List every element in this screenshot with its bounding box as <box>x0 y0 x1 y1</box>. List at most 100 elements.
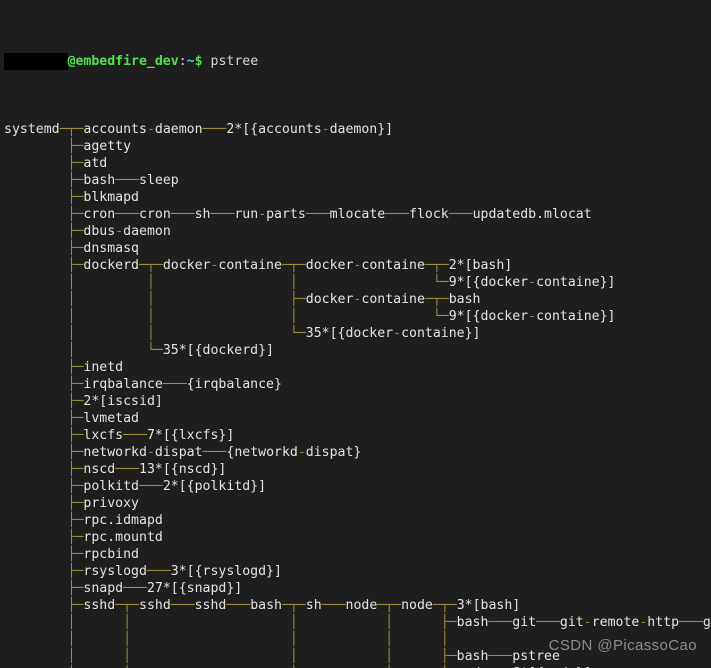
process-name <box>4 411 68 426</box>
tree-branch-glyphs: ─┬─ <box>139 258 163 273</box>
pstree-line: ├─dnsmasq <box>4 240 711 257</box>
pstree-line: ├─rsyslogd───3*[{rsyslogd}] <box>4 563 711 580</box>
prompt-sigil: $ <box>194 54 203 69</box>
tree-branch-glyphs: ─┬─ <box>59 122 84 137</box>
tree-branch-glyphs: - <box>528 309 537 324</box>
tree-branch-glyphs: ─── <box>115 173 140 188</box>
process-name <box>4 530 68 545</box>
process-name <box>4 649 68 664</box>
tree-branch-glyphs: │ <box>146 275 155 290</box>
pstree-line: ├─snapd───27*[{snapd}] <box>4 580 711 597</box>
tree-branch-glyphs: └─ <box>289 326 306 341</box>
process-name <box>393 649 441 664</box>
tree-branch-glyphs: ├─ <box>67 139 84 154</box>
tree-branch-glyphs: ─── <box>202 122 227 137</box>
tree-branch-glyphs: ─┬─ <box>115 598 140 613</box>
process-name <box>298 615 385 630</box>
process-name: 35*[{docker <box>305 326 394 341</box>
process-name: containe}] <box>536 275 616 290</box>
process-name: agetty <box>83 139 132 154</box>
process-name <box>4 615 68 630</box>
pstree-line: ├─networkd-dispat───{networkd-dispat} <box>4 444 711 461</box>
tree-branch-glyphs: - <box>528 275 537 290</box>
process-name: 35*[{dockerd}] <box>162 343 274 358</box>
process-name: rpc.mountd <box>83 530 163 545</box>
process-name <box>4 496 68 511</box>
terminal-window[interactable]: @embedfire_dev:~$ pstree systemd─┬─accou… <box>0 0 711 668</box>
process-name: sshd <box>194 598 227 613</box>
process-name: containe <box>218 258 282 273</box>
process-name: sleep <box>139 173 179 188</box>
process-name <box>4 207 68 222</box>
tree-branch-glyphs: ─── <box>488 649 513 664</box>
process-name: dispat <box>154 445 203 460</box>
process-name <box>4 462 68 477</box>
process-name <box>4 564 68 579</box>
tree-branch-glyphs: │ <box>123 649 132 664</box>
process-name <box>4 258 68 273</box>
tree-branch-glyphs: ─── <box>115 462 140 477</box>
process-name <box>75 275 146 290</box>
process-name <box>75 632 123 647</box>
process-name: 2*[{accounts <box>226 122 322 137</box>
tree-branch-glyphs: ├─ <box>67 241 84 256</box>
tree-branch-glyphs: ─┬─ <box>281 258 306 273</box>
watermark: CSDN @PicassoCao <box>548 637 697 654</box>
tree-branch-glyphs: ─── <box>123 581 147 596</box>
process-name <box>4 309 68 324</box>
process-name: 3*[bash] <box>456 598 521 613</box>
tree-branch-glyphs: │ <box>289 632 298 647</box>
process-name: cron <box>83 207 116 222</box>
pstree-line: ├─polkitd───2*[{polkitd}] <box>4 478 711 495</box>
tree-branch-glyphs: ├─ <box>67 190 84 205</box>
process-name: docker <box>305 292 354 307</box>
process-name <box>4 394 68 409</box>
redacted-username-block <box>4 53 68 70</box>
tree-branch-glyphs: ─── <box>115 207 140 222</box>
pstree-line: │ └─35*[{dockerd}] <box>4 342 711 359</box>
tree-branch-glyphs: ├─ <box>440 615 457 630</box>
pstree-line: ├─privoxy <box>4 495 711 512</box>
process-name <box>298 649 385 664</box>
process-name: updatedb.mlocat <box>472 207 592 222</box>
process-name: run <box>234 207 259 222</box>
tree-branch-glyphs: └─ <box>146 343 163 358</box>
process-name: sshd <box>139 598 171 613</box>
tree-branch-glyphs: ├─ <box>67 479 84 494</box>
pstree-line: ├─cron───cron───sh───run-parts───mlocate… <box>4 206 711 223</box>
tree-branch-glyphs: │ <box>146 292 155 307</box>
tree-branch-glyphs: ─┬─ <box>377 598 402 613</box>
pstree-line: │ │ │ └─9*[{docker-containe}] <box>4 308 711 325</box>
process-name <box>4 156 68 171</box>
tree-branch-glyphs: ├─ <box>67 224 84 239</box>
tree-branch-glyphs: - <box>258 207 267 222</box>
process-name: git <box>702 615 711 630</box>
process-name: rpc.idmapd <box>83 513 163 528</box>
process-name <box>75 326 146 341</box>
process-name <box>4 139 68 154</box>
pstree-line: systemd─┬─accounts-daemon───2*[{accounts… <box>4 121 711 138</box>
tree-branch-glyphs: ├─ <box>67 581 84 596</box>
tree-branch-glyphs: ─── <box>385 207 410 222</box>
process-name <box>393 632 441 647</box>
process-name <box>4 479 68 494</box>
process-name <box>131 615 290 630</box>
process-name: git <box>512 615 537 630</box>
prompt-command: pstree <box>203 54 259 69</box>
tree-branch-glyphs: ├─ <box>67 564 84 579</box>
tree-branch-glyphs: ─── <box>146 564 171 579</box>
process-name <box>4 632 68 647</box>
tree-branch-glyphs: │ <box>385 615 394 630</box>
process-name: sh <box>305 598 322 613</box>
process-name <box>75 343 146 358</box>
tree-branch-glyphs: ─── <box>162 377 187 392</box>
process-name <box>4 241 68 256</box>
process-name: lxcfs <box>83 428 124 443</box>
process-name: bash <box>83 173 116 188</box>
process-name: 7*[{lxcfs}] <box>146 428 235 443</box>
tree-branch-glyphs: │ <box>289 649 298 664</box>
tree-branch-glyphs: ─┬─ <box>424 292 449 307</box>
process-name: http <box>647 615 680 630</box>
process-name: networkd <box>83 445 147 460</box>
tree-branch-glyphs: ├─ <box>67 428 84 443</box>
